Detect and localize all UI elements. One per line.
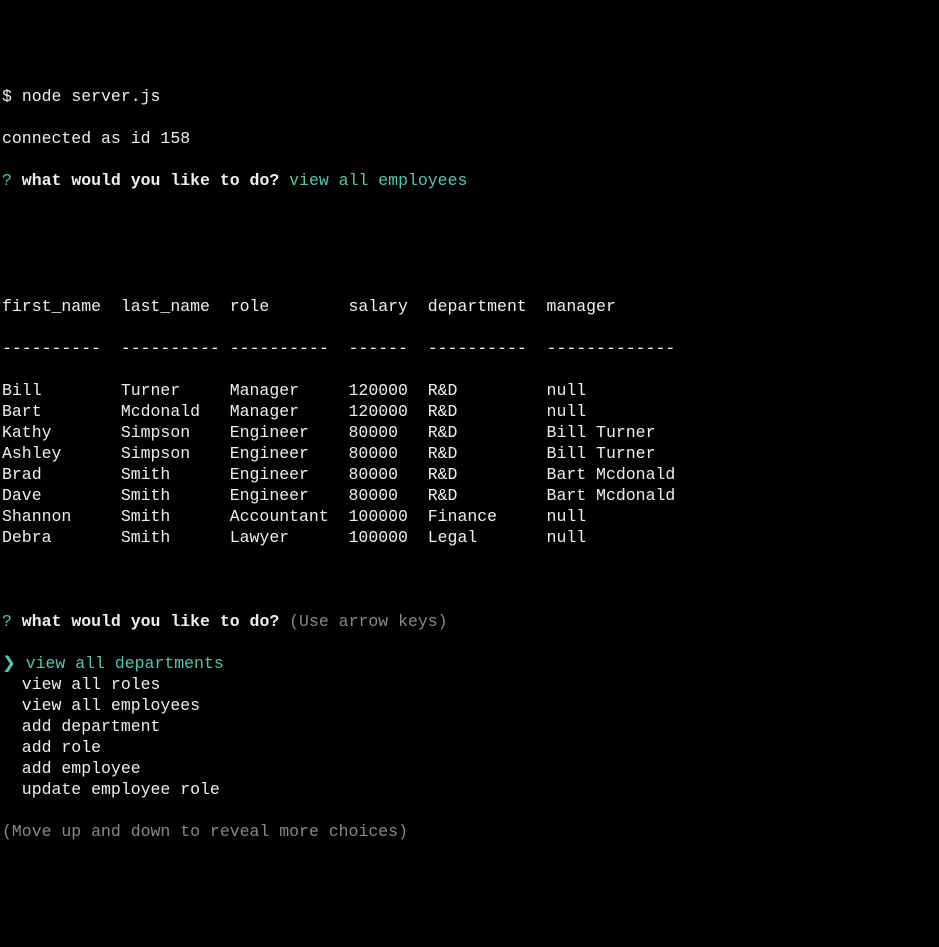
command-text: node server.js — [22, 87, 161, 106]
table-cell: Bill Turner — [547, 422, 745, 443]
table-cell: Debra — [2, 527, 121, 548]
table-row: AshleySimpsonEngineer80000R&DBill Turner — [2, 443, 937, 464]
table-cell: Manager — [230, 401, 349, 422]
menu-item[interactable]: add department — [2, 716, 937, 737]
col-department: department — [428, 296, 547, 317]
table-cell: Dave — [2, 485, 121, 506]
table-cell: Smith — [121, 506, 230, 527]
table-cell: R&D — [428, 443, 547, 464]
table-cell: 120000 — [349, 401, 428, 422]
table-cell: Brad — [2, 464, 121, 485]
table-cell: 80000 — [349, 422, 428, 443]
table-cell: 80000 — [349, 464, 428, 485]
table-cell: Lawyer — [230, 527, 349, 548]
table-cell: Engineer — [230, 443, 349, 464]
table-row: ShannonSmithAccountant100000Financenull — [2, 506, 937, 527]
table-cell: Engineer — [230, 422, 349, 443]
col-last-name: last_name — [121, 296, 230, 317]
table-cell: R&D — [428, 485, 547, 506]
table-cell: null — [547, 527, 745, 548]
table-cell: R&D — [428, 380, 547, 401]
menu-footer: (Move up and down to reveal more choices… — [2, 821, 937, 842]
table-row: DaveSmithEngineer80000R&DBart Mcdonald — [2, 485, 937, 506]
table-cell: Ashley — [2, 443, 121, 464]
table-cell: Manager — [230, 380, 349, 401]
col-salary: salary — [349, 296, 428, 317]
table-row: KathySimpsonEngineer80000R&DBill Turner — [2, 422, 937, 443]
question-mark-icon: ? — [2, 612, 12, 631]
table-cell: null — [547, 380, 745, 401]
table-cell: Engineer — [230, 464, 349, 485]
table-cell: Finance — [428, 506, 547, 527]
table-cell: 120000 — [349, 380, 428, 401]
table-cell: Mcdonald — [121, 401, 230, 422]
table-row: BillTurnerManager120000R&Dnull — [2, 380, 937, 401]
menu-item[interactable]: view all roles — [2, 674, 937, 695]
question-mark-icon: ? — [2, 171, 12, 190]
col-manager: manager — [547, 296, 745, 317]
table-cell: Bart Mcdonald — [547, 485, 745, 506]
question-text: what would you like to do? — [12, 612, 289, 631]
table-cell: null — [547, 506, 745, 527]
table-row: DebraSmithLawyer100000Legalnull — [2, 527, 937, 548]
menu-item[interactable]: update employee role — [2, 779, 937, 800]
table-cell: Simpson — [121, 443, 230, 464]
table-divider: ----------------------------------------… — [2, 338, 937, 359]
col-role: role — [230, 296, 349, 317]
table-cell: 80000 — [349, 485, 428, 506]
table-cell: 100000 — [349, 527, 428, 548]
menu-item[interactable]: add employee — [2, 758, 937, 779]
menu-item[interactable]: ❯ view all departments — [2, 653, 937, 674]
table-cell: R&D — [428, 464, 547, 485]
col-first-name: first_name — [2, 296, 121, 317]
active-prompt[interactable]: ? what would you like to do? (Use arrow … — [2, 611, 937, 632]
table-cell: Bart — [2, 401, 121, 422]
menu-item[interactable]: add role — [2, 737, 937, 758]
table-cell: Bill — [2, 380, 121, 401]
table-cell: R&D — [428, 422, 547, 443]
status-line: connected as id 158 — [2, 128, 937, 149]
prompt-symbol: $ — [2, 87, 22, 106]
blank-line — [2, 254, 937, 275]
table-cell: 100000 — [349, 506, 428, 527]
table-cell: Legal — [428, 527, 547, 548]
table-cell: Kathy — [2, 422, 121, 443]
table-cell: Simpson — [121, 422, 230, 443]
table-cell: R&D — [428, 401, 547, 422]
answered-prompt: ? what would you like to do? view all em… — [2, 170, 937, 191]
question-text: what would you like to do? — [12, 171, 289, 190]
table-cell: null — [547, 401, 745, 422]
table-cell: Engineer — [230, 485, 349, 506]
table-cell: Bart Mcdonald — [547, 464, 745, 485]
table-cell: Accountant — [230, 506, 349, 527]
prompt-hint: (Use arrow keys) — [289, 612, 447, 631]
table-cell: Smith — [121, 464, 230, 485]
table-cell: Turner — [121, 380, 230, 401]
table-cell: Shannon — [2, 506, 121, 527]
table-cell: Smith — [121, 527, 230, 548]
table-cell: Smith — [121, 485, 230, 506]
table-cell: 80000 — [349, 443, 428, 464]
table-row: BradSmithEngineer80000R&DBart Mcdonald — [2, 464, 937, 485]
table-header: first_namelast_namerolesalarydepartmentm… — [2, 296, 937, 317]
table-cell: Bill Turner — [547, 443, 745, 464]
blank-line — [2, 212, 937, 233]
command-line: $ node server.js — [2, 86, 937, 107]
prompt-answer: view all employees — [289, 171, 467, 190]
menu-item[interactable]: view all employees — [2, 695, 937, 716]
table-row: BartMcdonaldManager120000R&Dnull — [2, 401, 937, 422]
